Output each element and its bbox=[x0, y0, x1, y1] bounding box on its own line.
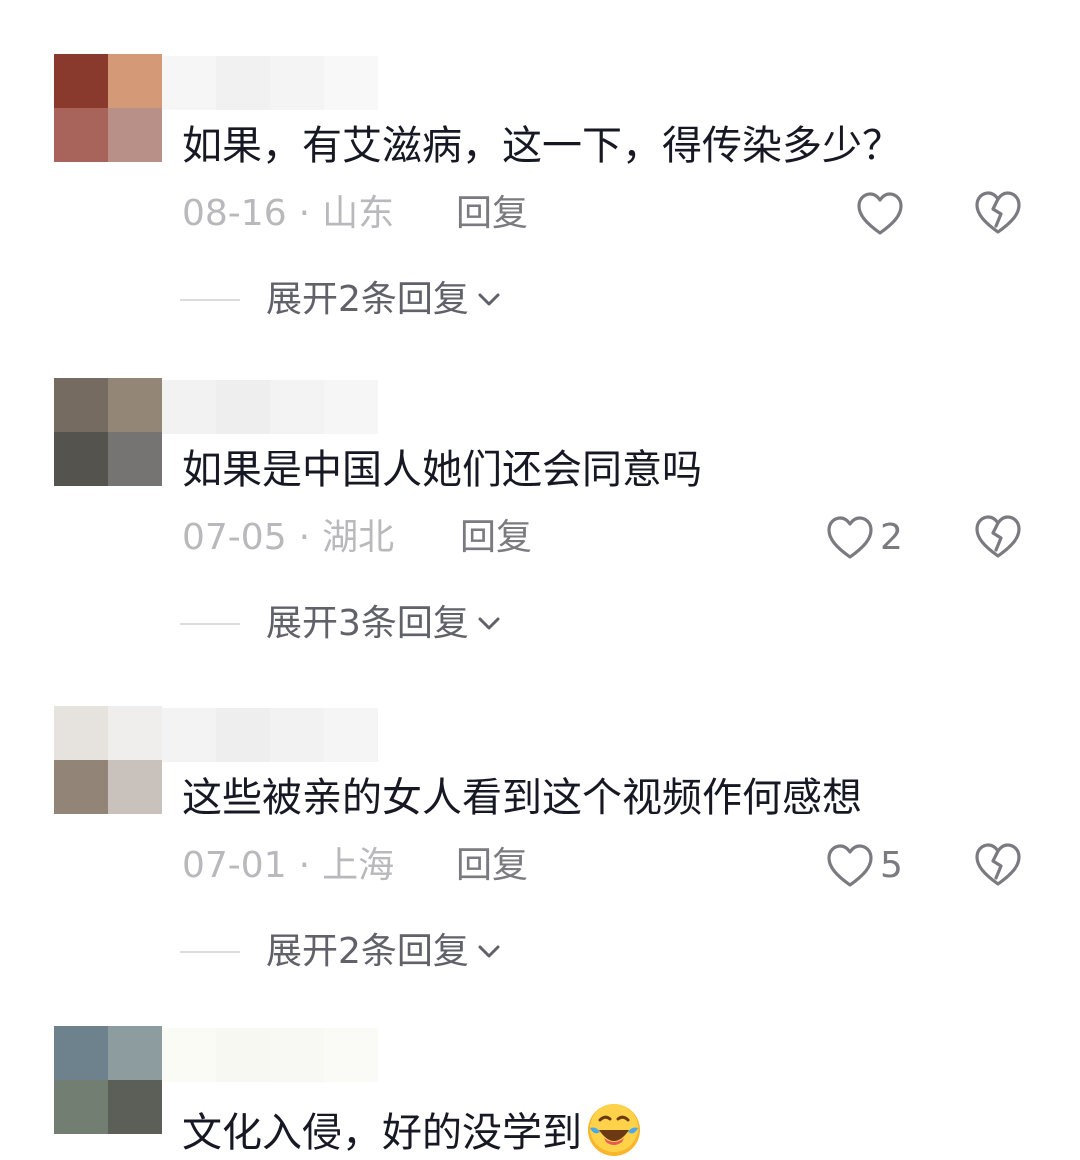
blur-pixel bbox=[270, 380, 324, 434]
comment-meta: 07-05 · 湖北 bbox=[182, 514, 394, 562]
username-blurred[interactable] bbox=[162, 380, 378, 434]
comment-text: 文化入侵，好的没学到 bbox=[182, 1102, 642, 1158]
username-blurred[interactable] bbox=[162, 708, 378, 762]
username-blurred[interactable] bbox=[162, 56, 378, 110]
chevron-down-icon bbox=[478, 617, 500, 630]
comment-date: 08-16 bbox=[182, 193, 287, 234]
expand-replies-label: 展开3条回复 bbox=[266, 603, 469, 644]
comment-location: 山东 bbox=[322, 193, 395, 234]
blur-pixel bbox=[216, 380, 270, 434]
comment-item: 如果，有艾滋病，这一下，得传染多少？ 08-16 · 山东 回复 展开2条回复 bbox=[0, 54, 1080, 384]
comment-text: 这些被亲的女人看到这个视频作何感想 bbox=[182, 775, 862, 821]
reply-button[interactable]: 回复 bbox=[456, 842, 528, 890]
blur-pixel bbox=[216, 56, 270, 110]
like-button[interactable] bbox=[856, 188, 910, 240]
broken-heart-icon bbox=[975, 191, 1021, 234]
like-count: 2 bbox=[880, 517, 903, 558]
comment-item: 如果是中国人她们还会同意吗 07-05 · 湖北 回复 2 展开3条回复 bbox=[0, 378, 1080, 708]
blur-pixel bbox=[162, 56, 216, 110]
avatar-pixel bbox=[54, 54, 108, 108]
meta-separator: · bbox=[298, 845, 311, 886]
chevron-down-icon bbox=[478, 293, 500, 306]
avatar-pixel bbox=[54, 378, 108, 432]
avatar-pixel bbox=[54, 432, 108, 486]
avatar-pixel bbox=[108, 760, 162, 814]
reply-button[interactable]: 回复 bbox=[460, 514, 532, 562]
avatar-pixel bbox=[108, 108, 162, 162]
laughing-crying-emoji-icon bbox=[588, 1104, 640, 1156]
avatar-pixel bbox=[54, 1080, 108, 1134]
blur-pixel bbox=[270, 56, 324, 110]
comment-date: 07-05 bbox=[182, 517, 287, 558]
heart-outline-icon bbox=[857, 192, 903, 235]
blur-pixel bbox=[324, 1028, 378, 1082]
expand-replies-button[interactable]: 展开3条回复 bbox=[180, 600, 503, 648]
avatar-pixel bbox=[54, 706, 108, 760]
dislike-button[interactable] bbox=[974, 842, 1022, 890]
blur-pixel bbox=[324, 708, 378, 762]
blur-pixel bbox=[216, 708, 270, 762]
blur-pixel bbox=[162, 1028, 216, 1082]
avatar[interactable] bbox=[54, 1026, 162, 1134]
comment-text-content: 文化入侵，好的没学到 bbox=[182, 1110, 582, 1156]
heart-outline-icon bbox=[827, 844, 873, 887]
comment-item: 文化入侵，好的没学到 bbox=[0, 1026, 1080, 1160]
comment-text: 如果，有艾滋病，这一下，得传染多少？ bbox=[182, 123, 902, 169]
comment-location: 湖北 bbox=[322, 517, 395, 558]
dislike-button[interactable] bbox=[974, 190, 1022, 238]
broken-heart-icon bbox=[975, 843, 1021, 886]
comment-location: 上海 bbox=[322, 845, 395, 886]
avatar[interactable] bbox=[54, 378, 162, 486]
avatar-pixel bbox=[54, 760, 108, 814]
blur-pixel bbox=[324, 380, 378, 434]
avatar-pixel bbox=[108, 378, 162, 432]
avatar[interactable] bbox=[54, 54, 162, 162]
divider-line bbox=[180, 299, 240, 301]
username-blurred[interactable] bbox=[162, 1028, 378, 1082]
expand-replies-button[interactable]: 展开2条回复 bbox=[180, 276, 503, 324]
avatar-pixel bbox=[108, 706, 162, 760]
divider-line bbox=[180, 623, 240, 625]
blur-pixel bbox=[324, 56, 378, 110]
blur-pixel bbox=[162, 380, 216, 434]
comment-meta: 07-01 · 上海 bbox=[182, 842, 394, 890]
like-button[interactable]: 2 bbox=[826, 512, 903, 564]
meta-separator: · bbox=[298, 193, 311, 234]
like-count: 5 bbox=[880, 845, 903, 886]
comment-text: 如果是中国人她们还会同意吗 bbox=[182, 447, 702, 493]
avatar-pixel bbox=[108, 432, 162, 486]
like-button[interactable]: 5 bbox=[826, 840, 903, 892]
blur-pixel bbox=[270, 1028, 324, 1082]
blur-pixel bbox=[270, 708, 324, 762]
comment-date: 07-01 bbox=[182, 845, 287, 886]
meta-separator: · bbox=[298, 517, 311, 558]
dislike-button[interactable] bbox=[974, 514, 1022, 562]
avatar-pixel bbox=[108, 1080, 162, 1134]
chevron-down-icon bbox=[478, 945, 500, 958]
avatar-pixel bbox=[108, 54, 162, 108]
avatar-pixel bbox=[54, 1026, 108, 1080]
blur-pixel bbox=[162, 708, 216, 762]
expand-replies-label: 展开2条回复 bbox=[266, 279, 469, 320]
comment-meta: 08-16 · 山东 bbox=[182, 190, 394, 238]
heart-outline-icon bbox=[827, 516, 873, 559]
broken-heart-icon bbox=[975, 515, 1021, 558]
divider-line bbox=[180, 951, 240, 953]
expand-replies-label: 展开2条回复 bbox=[266, 931, 469, 972]
expand-replies-button[interactable]: 展开2条回复 bbox=[180, 928, 503, 976]
avatar-pixel bbox=[108, 1026, 162, 1080]
avatar-pixel bbox=[54, 108, 108, 162]
comment-item: 这些被亲的女人看到这个视频作何感想 07-01 · 上海 回复 5 展开2条回复 bbox=[0, 706, 1080, 1036]
blur-pixel bbox=[216, 1028, 270, 1082]
avatar[interactable] bbox=[54, 706, 162, 814]
reply-button[interactable]: 回复 bbox=[456, 190, 528, 238]
